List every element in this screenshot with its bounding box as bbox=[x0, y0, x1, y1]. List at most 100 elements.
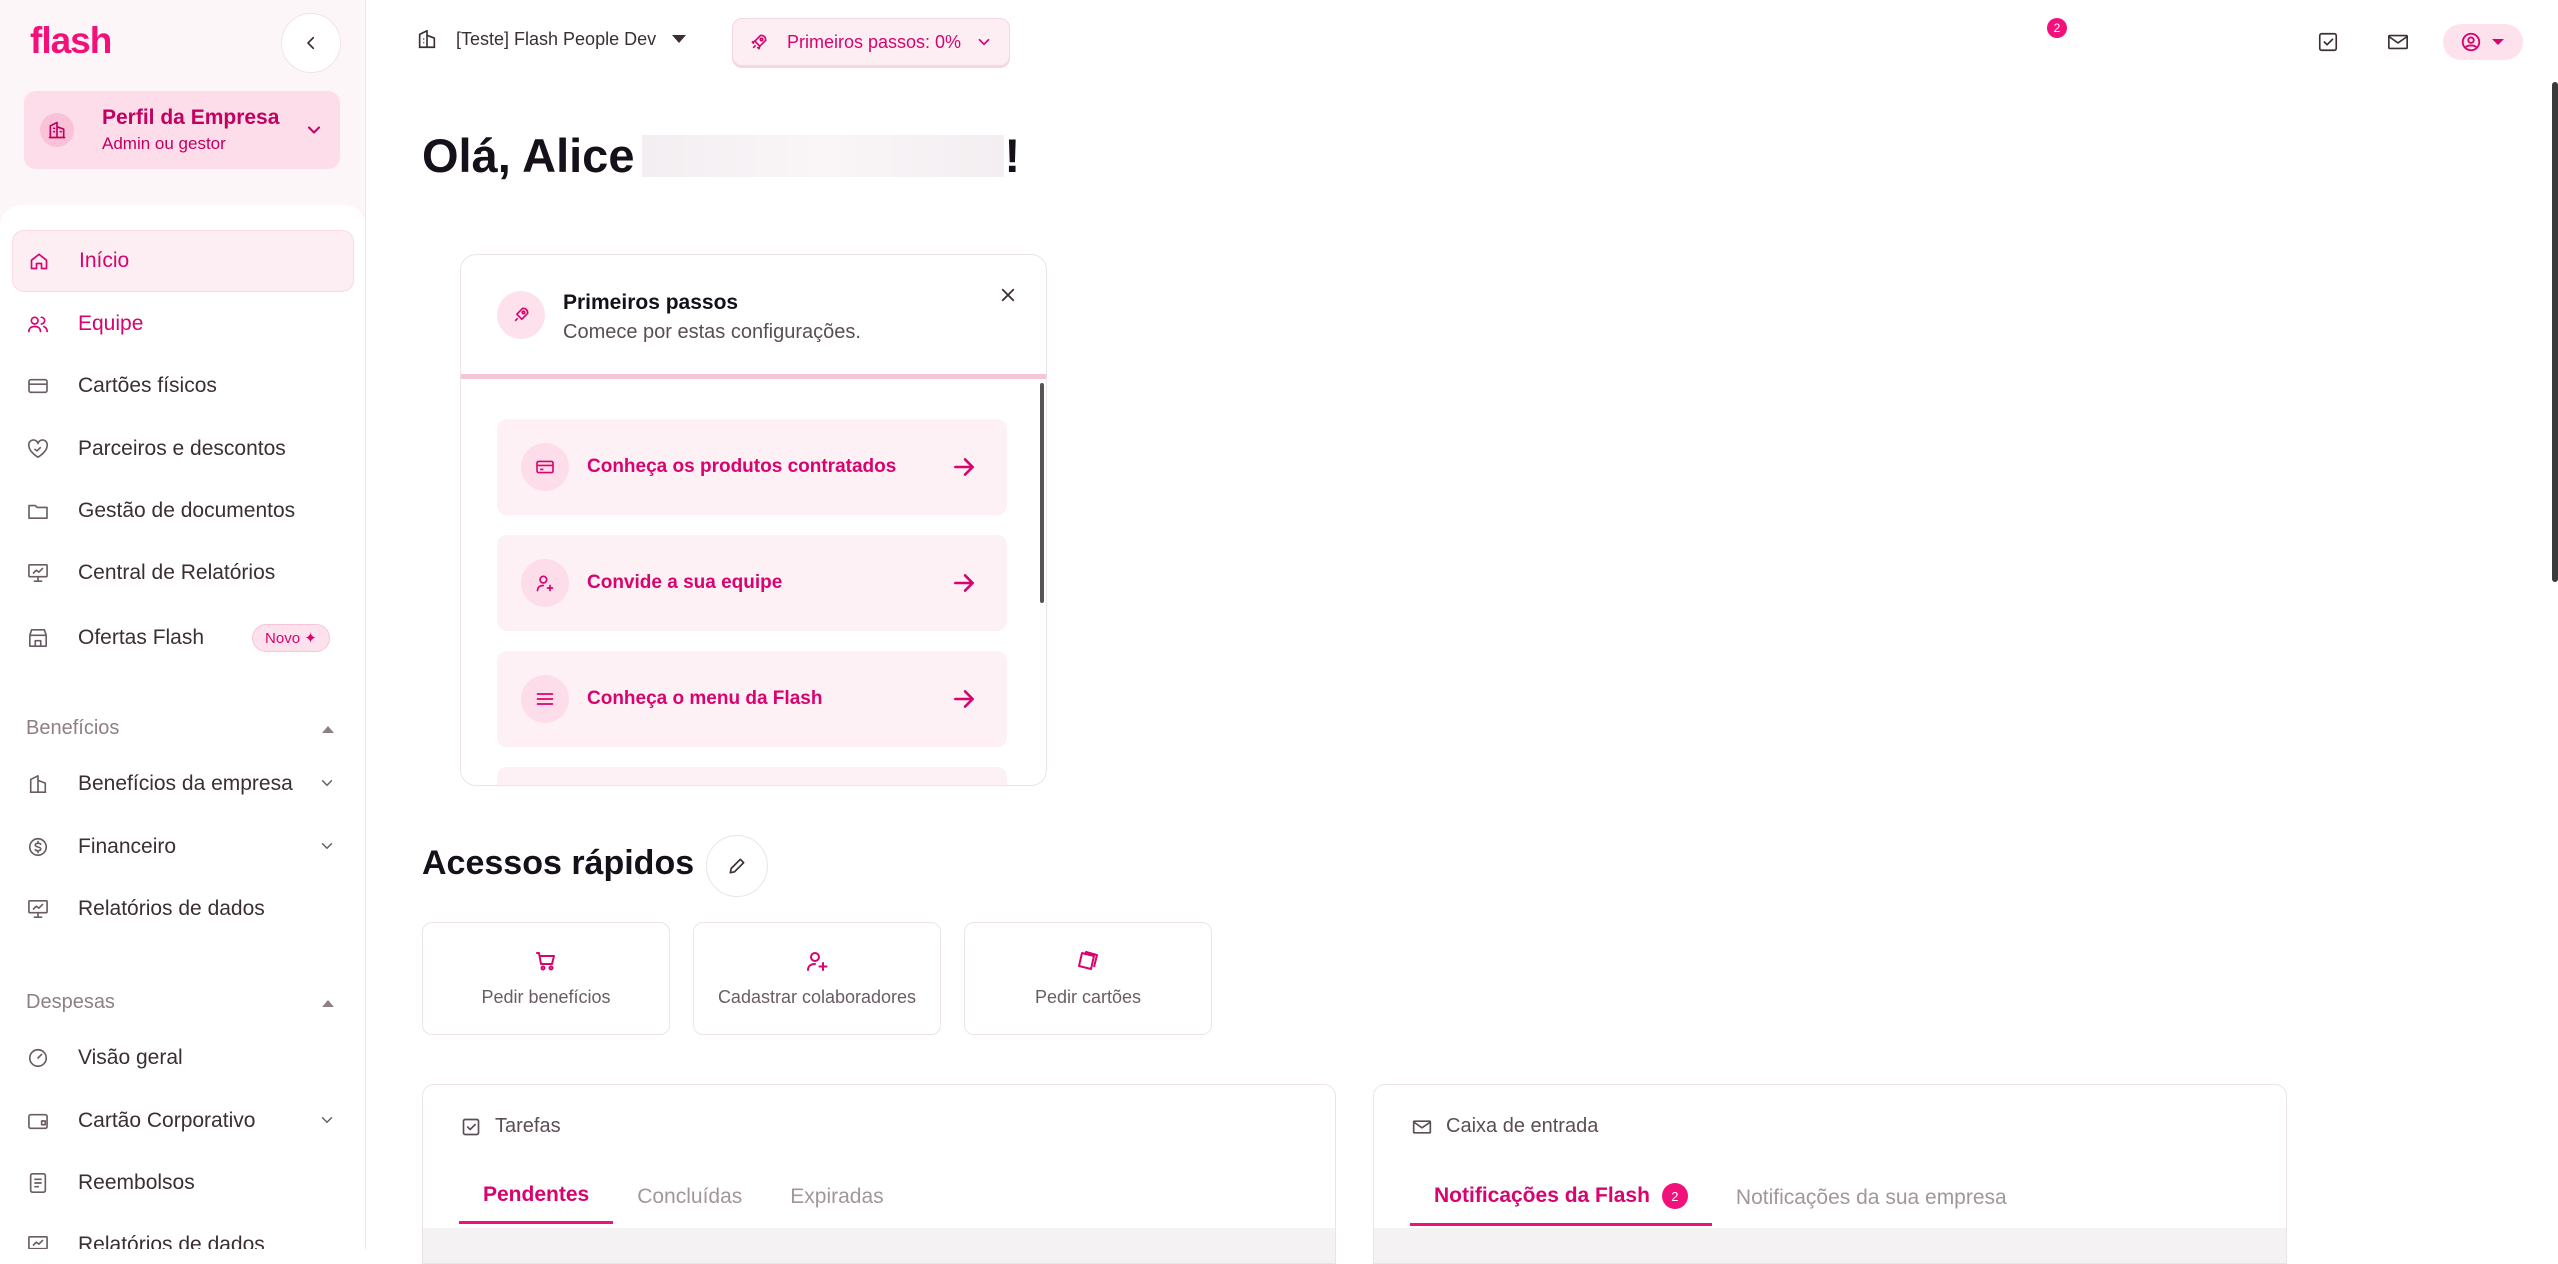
chevron-down-icon bbox=[321, 1117, 333, 1124]
company-profile-selector[interactable]: Perfil da Empresa Admin ou gestor bbox=[24, 91, 340, 169]
quick-access-title: Acessos rápidos bbox=[422, 844, 695, 882]
mail-badge: 2 bbox=[2047, 18, 2067, 38]
caret-up-icon[interactable] bbox=[320, 723, 336, 735]
sidebar-item-label: Reembolsos bbox=[78, 1171, 195, 1194]
user-menu-button[interactable] bbox=[2443, 24, 2523, 60]
sidebar-item-label: Cartões físicos bbox=[78, 374, 217, 397]
sidebar-item-beneficios-empresa[interactable]: Benefícios da empresa bbox=[12, 753, 354, 815]
gauge-icon bbox=[26, 1046, 50, 1070]
tasks-panel: Tarefas Pendentes Concluídas Expiradas bbox=[422, 1084, 1336, 1264]
inbox-header: Caixa de entrada bbox=[1412, 1115, 1598, 1138]
sidebar-item-label: Ofertas Flash bbox=[78, 626, 205, 649]
sidebar-item-reembolsos[interactable]: Reembolsos bbox=[12, 1152, 354, 1214]
sidebar-item-label: Relatórios de dados bbox=[78, 1233, 265, 1249]
close-button[interactable] bbox=[992, 279, 1024, 311]
sidebar-item-cartao-corporativo[interactable]: Cartão Corporativo bbox=[12, 1090, 354, 1152]
edit-quick-access-button[interactable] bbox=[706, 835, 768, 897]
flash-logo: flash bbox=[30, 20, 112, 61]
step-partial[interactable] bbox=[497, 767, 1007, 785]
tab-notificacoes-empresa[interactable]: Notificações da sua empresa bbox=[1712, 1183, 2031, 1226]
users-icon bbox=[26, 312, 50, 336]
section-title-beneficios: Benefícios bbox=[26, 717, 120, 739]
card-icon bbox=[26, 374, 50, 398]
sidebar-item-inicio[interactable]: Início bbox=[12, 230, 354, 292]
step-produtos-contratados[interactable]: Conheça os produtos contratados bbox=[497, 419, 1007, 515]
quick-access-label: Cadastrar colaboradores bbox=[717, 987, 917, 1007]
tasks-header: Tarefas bbox=[461, 1115, 561, 1138]
sidebar-item-label: Central de Relatórios bbox=[78, 561, 276, 584]
mail-icon[interactable] bbox=[2384, 28, 2412, 56]
sidebar-item-cartoes-fisicos[interactable]: Cartões físicos bbox=[12, 355, 354, 417]
page-scrollbar[interactable] bbox=[2552, 82, 2558, 582]
quick-access-pedir-cartoes[interactable]: Pedir cartões bbox=[964, 922, 1212, 1035]
sidebar-item-equipe[interactable]: Equipe bbox=[12, 293, 354, 355]
sidebar-item-label: Parceiros e descontos bbox=[78, 437, 286, 460]
chevron-down-icon bbox=[308, 126, 320, 134]
first-steps-card: Primeiros passos Comece por estas config… bbox=[460, 254, 1047, 786]
tab-label: Notificações da Flash bbox=[1434, 1184, 1650, 1207]
sidebar-item-label: Benefícios da empresa bbox=[78, 772, 293, 795]
new-badge: Novo ✦ bbox=[252, 624, 330, 652]
company-name: [Teste] Flash People Dev bbox=[456, 28, 657, 49]
quick-access-label: Pedir benefícios bbox=[481, 987, 611, 1007]
quick-access-pedir-beneficios[interactable]: Pedir benefícios bbox=[422, 922, 670, 1035]
first-steps-progress-button[interactable]: Primeiros passos: 0% bbox=[732, 18, 1010, 66]
chevron-left-icon bbox=[307, 36, 315, 50]
first-steps-subtitle: Comece por estas configurações. bbox=[563, 321, 861, 343]
arrow-right-icon bbox=[954, 574, 974, 592]
sidebar-item-label: Equipe bbox=[78, 312, 144, 335]
sidebar-item-financeiro[interactable]: Financeiro bbox=[12, 816, 354, 878]
quick-access-cadastrar-colaboradores[interactable]: Cadastrar colaboradores bbox=[693, 922, 941, 1035]
step-label: Convide a sua equipe bbox=[587, 572, 783, 593]
first-steps-header: Primeiros passos Comece por estas config… bbox=[497, 291, 861, 344]
redacted-name bbox=[642, 134, 1005, 177]
caret-up-icon[interactable] bbox=[320, 997, 336, 1009]
sidebar-item-central-relatorios[interactable]: Central de Relatórios bbox=[12, 542, 354, 604]
tasks-checkbox-icon[interactable] bbox=[2314, 28, 2342, 56]
sidebar-item-parceiros[interactable]: Parceiros e descontos bbox=[12, 418, 354, 480]
tab-concluidas[interactable]: Concluídas bbox=[613, 1183, 766, 1224]
sidebar-item-gestao-documentos[interactable]: Gestão de documentos bbox=[12, 480, 354, 542]
cards-icon bbox=[1078, 951, 1098, 970]
rocket-icon bbox=[751, 34, 767, 50]
sidebar-item-label: Visão geral bbox=[78, 1046, 183, 1069]
first-steps-title: Primeiros passos bbox=[563, 291, 739, 314]
sidebar-item-visao-geral[interactable]: Visão geral bbox=[12, 1027, 354, 1089]
sidebar-item-relatorios-dados-despesas[interactable]: Relatórios de dados bbox=[12, 1214, 354, 1249]
first-steps-scrollbar[interactable] bbox=[1040, 383, 1044, 603]
step-menu-flash[interactable]: Conheça o menu da Flash bbox=[497, 651, 1007, 747]
user-plus-icon bbox=[807, 952, 828, 971]
greeting-end: ! bbox=[1004, 129, 1021, 182]
sidebar-item-relatorios-dados[interactable]: Relatórios de dados bbox=[12, 878, 354, 940]
inbox-list-area bbox=[1374, 1228, 2286, 1263]
step-label: Conheça os produtos contratados bbox=[587, 456, 897, 477]
notification-count-badge: 2 bbox=[1661, 1183, 1688, 1209]
step-convide-equipe[interactable]: Convide a sua equipe bbox=[497, 535, 1007, 631]
tasks-list-area bbox=[423, 1228, 1335, 1263]
inbox-panel: Caixa de entrada Notificações da Flash 2… bbox=[1373, 1084, 2287, 1264]
building-icon bbox=[40, 113, 74, 147]
first-steps-progress-bar bbox=[461, 374, 1046, 379]
sidebar-item-ofertas-flash[interactable]: Ofertas Flash Novo ✦ bbox=[12, 607, 354, 669]
company-selector[interactable]: [Teste] Flash People Dev bbox=[416, 28, 688, 50]
tab-pendentes[interactable]: Pendentes bbox=[459, 1183, 614, 1224]
sidebar-item-label: Financeiro bbox=[78, 835, 177, 858]
tab-expiradas[interactable]: Expiradas bbox=[766, 1183, 907, 1224]
collapse-sidebar-button[interactable] bbox=[281, 13, 341, 73]
sidebar-item-label: Relatórios de dados bbox=[78, 897, 265, 920]
tab-notificacoes-flash[interactable]: Notificações da Flash 2 bbox=[1410, 1183, 1712, 1226]
home-icon bbox=[27, 249, 51, 273]
close-icon bbox=[1001, 288, 1015, 302]
folder-icon bbox=[26, 499, 50, 523]
inbox-tabs: Notificações da Flash 2 Notificações da … bbox=[1410, 1183, 2031, 1226]
chevron-down-icon bbox=[321, 843, 333, 850]
heart-handshake-icon bbox=[26, 437, 50, 461]
arrow-right-icon bbox=[954, 458, 974, 476]
user-plus-icon bbox=[521, 559, 569, 607]
sidebar-item-label: Gestão de documentos bbox=[78, 499, 296, 522]
presentation-chart-icon bbox=[26, 561, 50, 585]
greeting-text: Olá, Alice bbox=[422, 129, 635, 182]
nav-panel: Início Equipe Cartões físicos Parceiros … bbox=[0, 205, 365, 1249]
chevron-down-icon bbox=[978, 38, 990, 46]
tasks-tabs: Pendentes Concluídas Expiradas bbox=[459, 1183, 908, 1224]
